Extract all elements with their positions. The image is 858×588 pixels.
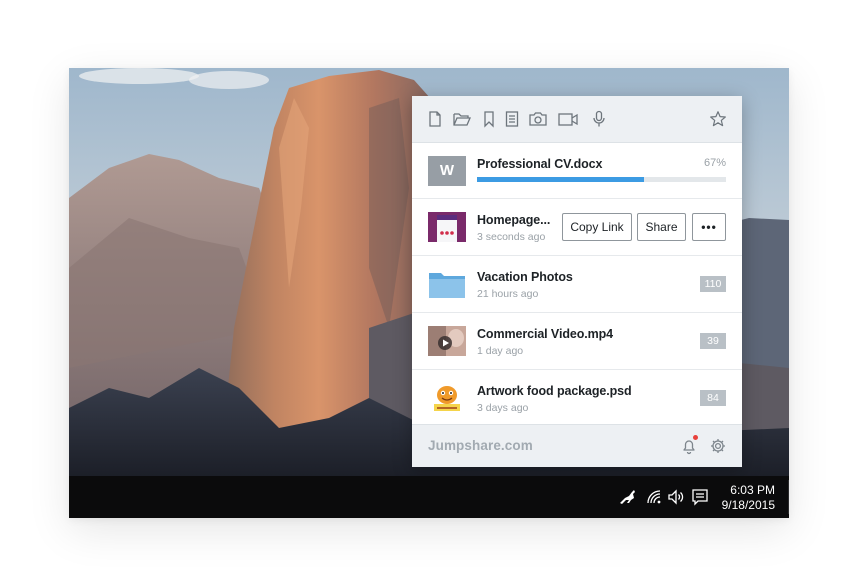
file-name: Artwork food package.psd [477, 384, 632, 398]
open-folder-icon[interactable] [452, 110, 472, 128]
gear-icon[interactable] [709, 437, 727, 455]
bookmark-icon[interactable] [480, 110, 498, 128]
file-name: Commercial Video.mp4 [477, 327, 614, 341]
volume-icon[interactable] [666, 487, 686, 507]
file-name: Vacation Photos [477, 270, 573, 284]
artwork-thumbnail [428, 383, 466, 413]
file-name: Professional CV.docx [477, 157, 603, 171]
upload-item-artwork[interactable]: Artwork food package.psd 3 days ago 84 [412, 370, 742, 427]
taskbar: 6:03 PM 9/18/2015 [69, 476, 789, 518]
file-name: Homepage... [477, 213, 551, 227]
file-time: 21 hours ago [477, 288, 539, 300]
notes-icon[interactable] [503, 110, 521, 128]
show-desktop-divider[interactable] [788, 480, 789, 514]
camera-icon[interactable] [528, 110, 548, 128]
upload-percent: 67% [703, 157, 726, 169]
notification-dot [693, 435, 698, 440]
view-count-badge: 110 [700, 276, 726, 292]
new-file-icon[interactable] [426, 110, 444, 128]
upload-progress-bar [477, 177, 726, 182]
more-options-button[interactable]: ••• [692, 213, 726, 241]
system-clock[interactable]: 6:03 PM 9/18/2015 [722, 483, 775, 513]
upload-progress-fill [477, 177, 644, 182]
jumpshare-link[interactable]: Jumpshare.com [428, 438, 533, 453]
file-time: 3 seconds ago [477, 231, 546, 243]
copy-link-button[interactable]: Copy Link [562, 213, 632, 241]
panel-footer: Jumpshare.com [412, 424, 742, 467]
clock-date: 9/18/2015 [721, 498, 775, 512]
view-count-badge: 39 [700, 333, 726, 349]
desktop-screen: W Professional CV.docx 67% Homepage... 3… [69, 68, 789, 518]
wifi-icon[interactable] [644, 487, 664, 507]
panel-toolbar [412, 96, 742, 143]
homepage-thumbnail [428, 212, 466, 242]
upload-item-folder[interactable]: Vacation Photos 21 hours ago 110 [412, 256, 742, 313]
upload-item-video[interactable]: Commercial Video.mp4 1 day ago 39 [412, 313, 742, 370]
clock-time: 6:03 PM [730, 483, 775, 497]
kangaroo-icon[interactable] [617, 487, 639, 507]
word-document-icon: W [428, 156, 466, 186]
jumpshare-panel: W Professional CV.docx 67% Homepage... 3… [412, 96, 742, 467]
view-count-badge: 84 [700, 390, 726, 406]
file-time: 3 days ago [477, 402, 529, 414]
microphone-icon[interactable] [590, 110, 608, 128]
video-thumbnail [428, 326, 466, 356]
file-time: 1 day ago [477, 345, 524, 357]
star-icon[interactable] [709, 110, 727, 128]
upload-item-progress[interactable]: W Professional CV.docx 67% [412, 143, 742, 199]
folder-icon [429, 273, 465, 298]
share-button[interactable]: Share [637, 213, 686, 241]
video-camera-icon[interactable] [557, 110, 579, 128]
upload-item-homepage[interactable]: Homepage... 3 seconds ago Copy Link Shar… [412, 199, 742, 256]
action-center-icon[interactable] [690, 487, 710, 507]
